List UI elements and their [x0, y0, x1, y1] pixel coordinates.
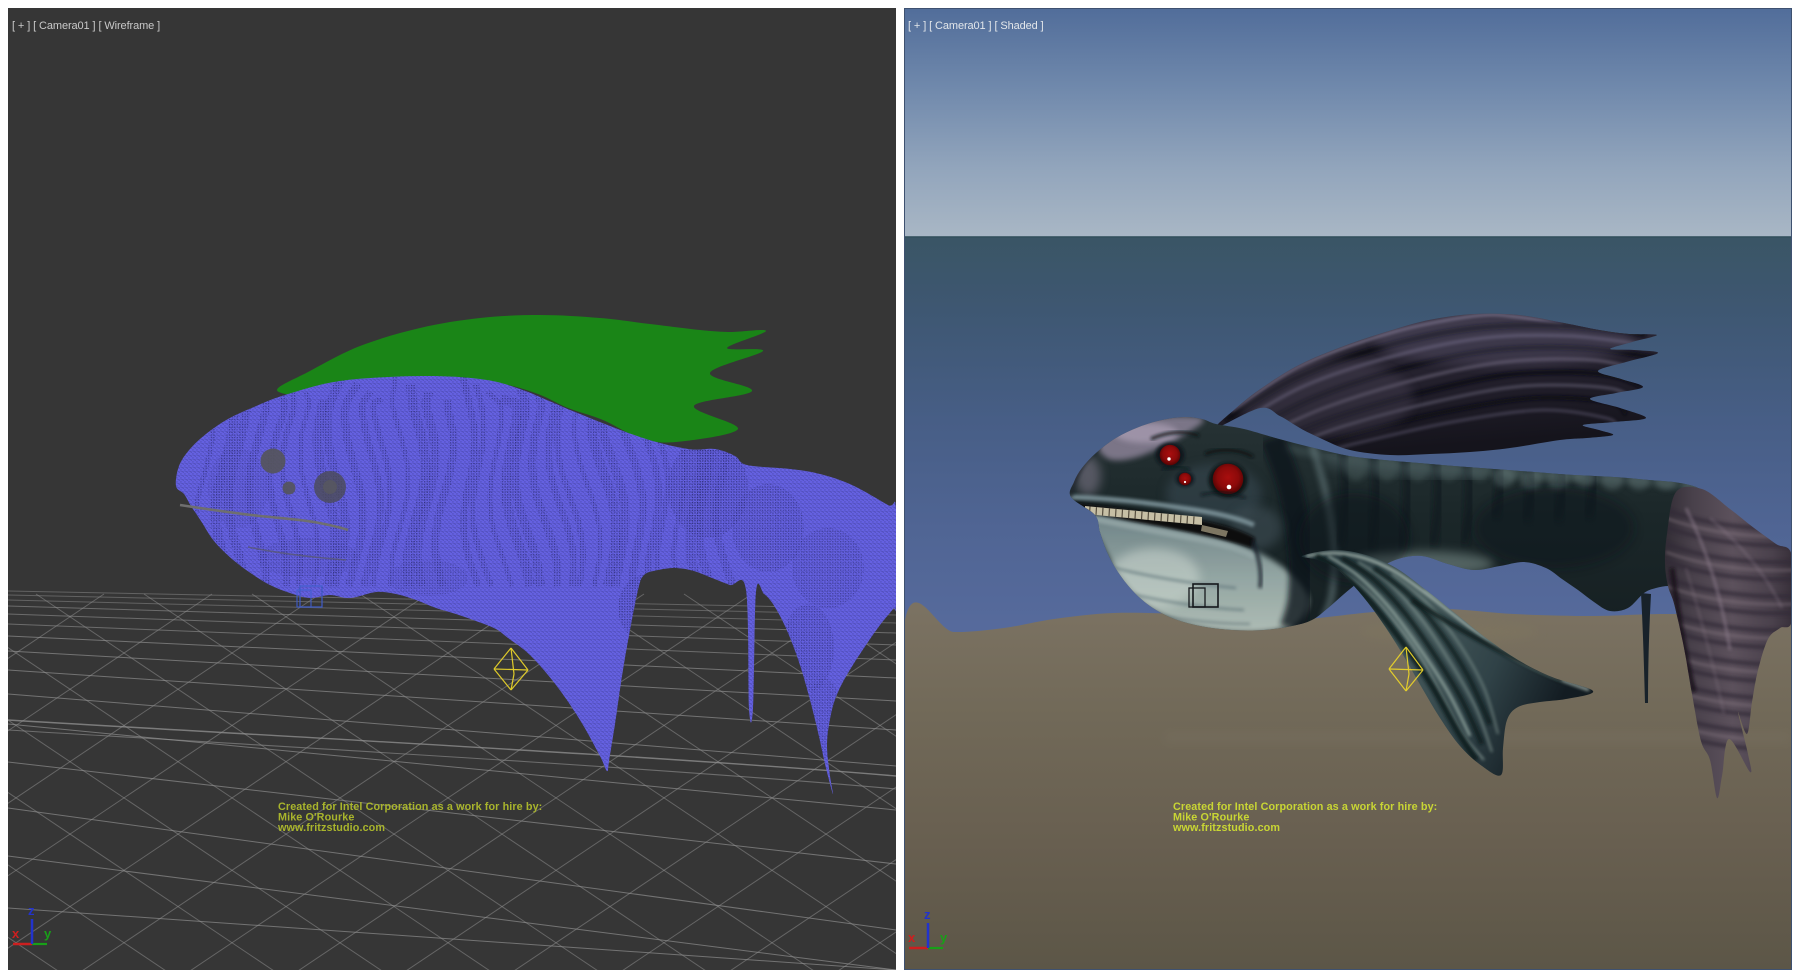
- svg-text:x: x: [908, 930, 916, 945]
- svg-text:[ + ] [ Camera01 ] [ Shaded ]: [ + ] [ Camera01 ] [ Shaded ]: [908, 20, 1044, 32]
- svg-text:z: z: [924, 907, 931, 922]
- svg-text:www.fritzstudio.com: www.fritzstudio.com: [1172, 822, 1280, 834]
- svg-text:[ + ] [ Camera01 ] [ Wireframe: [ + ] [ Camera01 ] [ Wireframe ]: [12, 20, 160, 32]
- svg-text:y: y: [44, 926, 52, 941]
- svg-text:z: z: [28, 903, 35, 918]
- svg-text:y: y: [940, 930, 948, 945]
- svg-text:x: x: [12, 926, 20, 941]
- svg-text:www.fritzstudio.com: www.fritzstudio.com: [277, 822, 385, 834]
